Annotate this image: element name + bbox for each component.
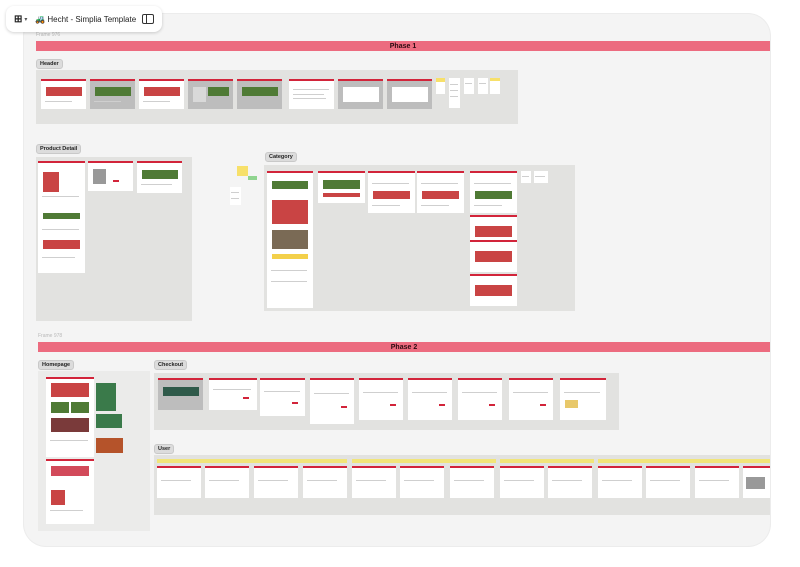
checkout-thumbnail[interactable]: [509, 378, 553, 420]
category-thumbnail[interactable]: [470, 240, 517, 272]
sticky-note[interactable]: [248, 176, 257, 180]
checkout-thumbnail[interactable]: [260, 378, 305, 416]
homepage-banner-thumbnail[interactable]: [96, 383, 116, 411]
file-title: Hecht - Simplia Template: [47, 14, 137, 24]
user-flow-header-bar: [352, 459, 496, 463]
category-component-thumbnail[interactable]: [521, 171, 531, 183]
checkout-thumbnail[interactable]: [310, 378, 354, 424]
user-thumbnail[interactable]: [695, 466, 739, 498]
header-frame-thumbnail[interactable]: [387, 79, 432, 109]
user-thumbnail[interactable]: [548, 466, 592, 498]
main-menu-button[interactable]: ⊞ ▾: [6, 14, 31, 25]
file-toolbar: ⊞ ▾ 🚜 Hecht - Simplia Template: [6, 6, 162, 32]
header-frame-thumbnail[interactable]: [338, 79, 383, 109]
checkout-thumbnail[interactable]: [158, 378, 203, 410]
product-detail-page-thumbnail[interactable]: [38, 161, 85, 273]
design-canvas[interactable]: Frame 976 Phase 1 Header Product Detail …: [24, 14, 770, 546]
user-flow-header-bar: [157, 459, 347, 463]
section-label-checkout: Checkout: [154, 360, 188, 370]
user-thumbnail[interactable]: [598, 466, 642, 498]
header-component-thumbnail[interactable]: [436, 78, 445, 94]
category-page-thumbnail[interactable]: [267, 171, 313, 308]
frame-label: Frame 978: [38, 333, 63, 339]
section-label-homepage: Homepage: [38, 360, 75, 370]
header-component-thumbnail[interactable]: [449, 78, 460, 108]
checkout-thumbnail[interactable]: [408, 378, 452, 420]
toggle-sidebar-icon[interactable]: [142, 14, 154, 24]
homepage-banner-thumbnail[interactable]: [96, 414, 122, 428]
product-detail-thumbnail[interactable]: [137, 161, 182, 193]
header-frame-thumbnail[interactable]: [90, 79, 135, 109]
user-flow-header-bar: [500, 459, 594, 463]
chevron-down-icon: ▾: [24, 16, 28, 23]
section-label-user: User: [154, 444, 175, 454]
header-frame-thumbnail[interactable]: [289, 79, 334, 109]
user-thumbnail[interactable]: [646, 466, 690, 498]
sticky-note[interactable]: [237, 166, 248, 176]
homepage-thumbnail[interactable]: [46, 377, 94, 457]
homepage-banner-thumbnail[interactable]: [96, 438, 123, 453]
category-thumbnail[interactable]: [318, 171, 365, 203]
checkout-thumbnail[interactable]: [359, 378, 403, 420]
user-thumbnail[interactable]: [254, 466, 298, 498]
homepage-thumbnail[interactable]: [46, 476, 94, 524]
header-frame-thumbnail[interactable]: [41, 79, 86, 109]
user-thumbnail[interactable]: [205, 466, 249, 498]
user-thumbnail[interactable]: [450, 466, 494, 498]
checkout-thumbnail[interactable]: [560, 378, 606, 420]
frame-label: Frame 976: [36, 32, 61, 38]
header-component-thumbnail[interactable]: [478, 78, 488, 94]
tractor-icon: 🚜: [35, 14, 46, 24]
phase-bar: Phase 2: [38, 342, 770, 352]
user-thumbnail[interactable]: [743, 466, 770, 498]
header-frame-thumbnail[interactable]: [237, 79, 282, 109]
section-label-category: Category: [265, 152, 297, 162]
section-label-product-detail: Product Detail: [36, 144, 82, 154]
category-thumbnail[interactable]: [470, 171, 517, 213]
annotation-thumbnail[interactable]: [230, 187, 241, 205]
figma-logo-icon: ⊞: [14, 13, 23, 25]
header-frame-thumbnail[interactable]: [188, 79, 233, 109]
phase-bar: Phase 1: [36, 41, 770, 51]
header-component-thumbnail[interactable]: [490, 78, 500, 94]
user-thumbnail[interactable]: [303, 466, 347, 498]
section-label-header: Header: [36, 59, 63, 69]
header-component-thumbnail[interactable]: [464, 78, 474, 94]
user-thumbnail[interactable]: [157, 466, 201, 498]
user-thumbnail[interactable]: [352, 466, 396, 498]
file-name[interactable]: 🚜 Hecht - Simplia Template: [31, 15, 140, 24]
category-thumbnail[interactable]: [470, 274, 517, 306]
category-thumbnail[interactable]: [417, 171, 464, 213]
user-flow-header-bar: [598, 459, 770, 463]
user-thumbnail[interactable]: [500, 466, 544, 498]
checkout-thumbnail[interactable]: [209, 378, 257, 410]
product-detail-thumbnail[interactable]: [88, 161, 133, 191]
category-thumbnail[interactable]: [368, 171, 415, 213]
user-thumbnail[interactable]: [400, 466, 444, 498]
category-component-thumbnail[interactable]: [534, 171, 548, 183]
header-frame-thumbnail[interactable]: [139, 79, 184, 109]
checkout-thumbnail[interactable]: [458, 378, 502, 420]
